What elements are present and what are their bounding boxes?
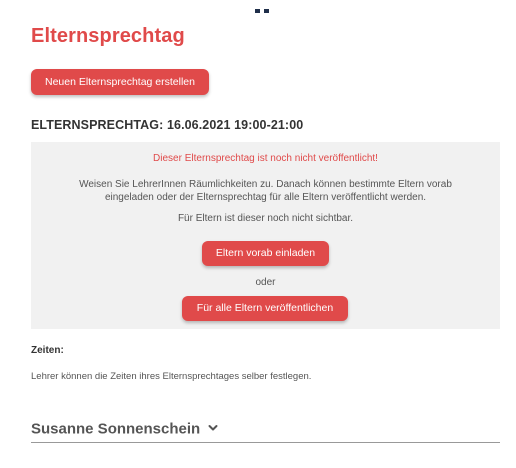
unpublished-warning: Dieser Elternsprechtag ist noch nicht ve… [153,153,378,164]
teacher-name: Susanne Sonnenschein [31,420,201,438]
header-mark-right [264,9,269,13]
header-mark-left [255,9,260,13]
parent-day-heading: ELTERNSPRECHTAG: 16.06.2021 19:00-21:00 [31,118,304,132]
times-label: Zeiten: [31,345,64,356]
instruction-line-2: eingeladen oder der Elternsprechtag für … [104,192,427,203]
or-separator: oder [255,277,276,288]
create-parent-day-button[interactable]: Neuen Elternsprechtag erstellen [31,69,209,95]
top-bar-remnant [0,0,516,14]
invite-parents-button[interactable]: Eltern vorab einladen [202,241,329,266]
chevron-down-icon[interactable] [208,419,218,437]
unpublished-info-box: Dieser Elternsprechtag ist noch nicht ve… [31,142,500,329]
publish-for-all-button[interactable]: Für alle Eltern veröffentlichen [182,296,348,321]
page-title: Elternsprechtag [31,25,185,47]
visibility-note: Für Eltern ist dieser noch nicht sichtba… [177,213,354,224]
teacher-accordion-header[interactable]: Susanne Sonnenschein [31,420,500,443]
instruction-line-1: Weisen Sie LehrerInnen Räumlichkeiten zu… [79,179,452,190]
times-description: Lehrer können die Zeiten ihres Elternspr… [31,371,312,382]
